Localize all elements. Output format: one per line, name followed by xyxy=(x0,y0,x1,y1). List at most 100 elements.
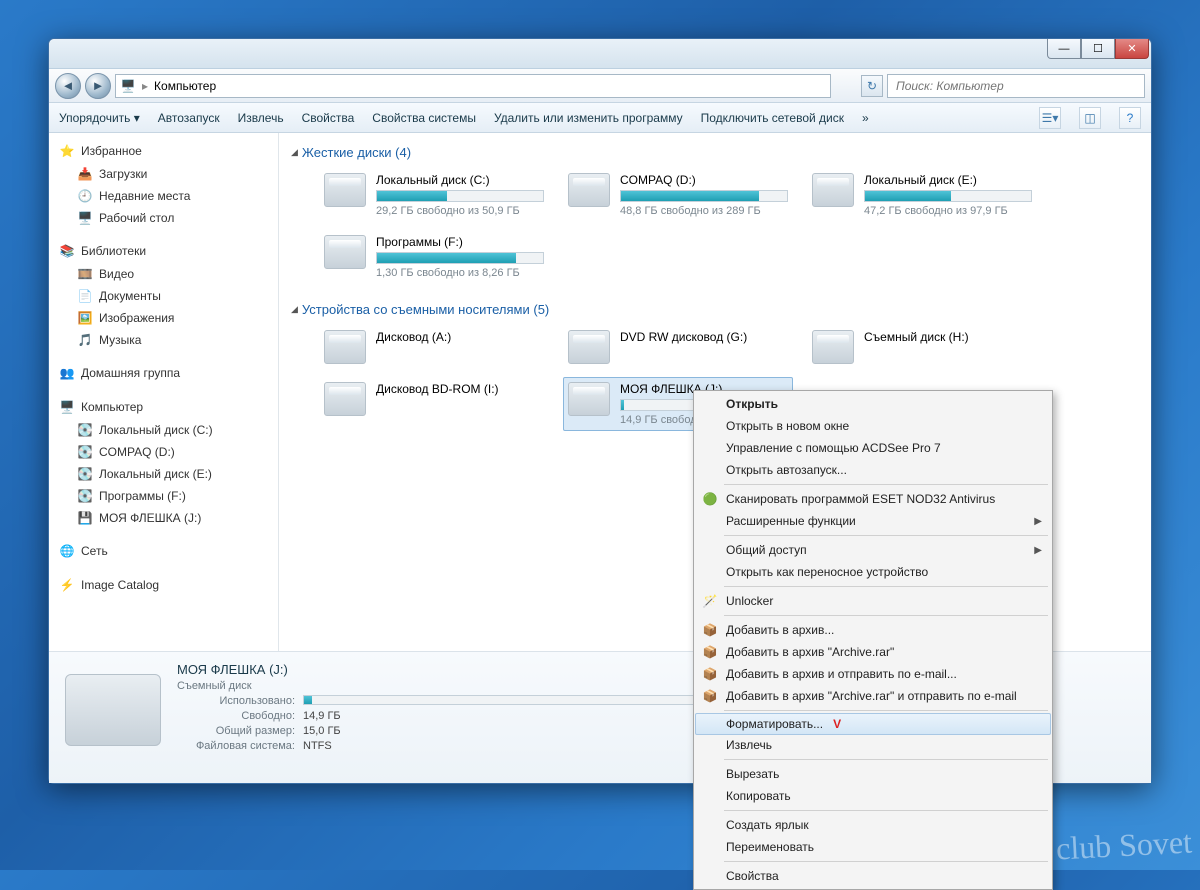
ctx-scan[interactable]: 🟢Сканировать программой ESET NOD32 Antiv… xyxy=(696,488,1050,510)
ctx-advanced[interactable]: Расширенные функции▶ xyxy=(696,510,1050,532)
toolbar-system-properties[interactable]: Свойства системы xyxy=(372,111,476,125)
drive-label: Локальный диск (C:) xyxy=(376,173,544,187)
sidebar-computer[interactable]: 🖥️Компьютер xyxy=(53,395,278,419)
back-button[interactable]: ◄ xyxy=(55,73,81,99)
ctx-shortcut[interactable]: Создать ярлык xyxy=(696,814,1050,836)
drive-label: Локальный диск (E:) xyxy=(864,173,1032,187)
ctx-format[interactable]: Форматировать...V xyxy=(695,713,1051,735)
ctx-separator xyxy=(724,615,1048,616)
drive-h[interactable]: Съемный диск (H:) xyxy=(807,325,1037,369)
sidebar-libraries[interactable]: 📚Библиотеки xyxy=(53,239,278,263)
details-fs-value: NTFS xyxy=(303,740,332,752)
titlebar[interactable]: — ☐ ✕ xyxy=(49,39,1151,69)
watermark: club Sovet xyxy=(1055,823,1193,867)
toolbar-properties[interactable]: Свойства xyxy=(302,111,355,125)
ctx-portable[interactable]: Открыть как переносное устройство xyxy=(696,561,1050,583)
ctx-eject[interactable]: Извлечь xyxy=(696,734,1050,756)
breadcrumb-computer[interactable]: Компьютер xyxy=(154,79,216,93)
close-button[interactable]: ✕ xyxy=(1115,39,1149,59)
forward-button[interactable]: ► xyxy=(85,73,111,99)
removable-icon xyxy=(812,330,854,364)
details-total-value: 15,0 ГБ xyxy=(303,725,341,737)
drive-f[interactable]: Программы (F:) 1,30 ГБ свободно из 8,26 … xyxy=(319,230,549,284)
help-icon[interactable]: ? xyxy=(1119,107,1141,129)
sidebar-item-recent[interactable]: 🕘Недавние места xyxy=(53,185,278,207)
drive-icon: 💽 xyxy=(77,488,93,504)
ctx-archive-add[interactable]: 📦Добавить в архив... xyxy=(696,619,1050,641)
sidebar-network[interactable]: 🌐Сеть xyxy=(53,539,278,563)
drive-c[interactable]: Локальный диск (C:) 29,2 ГБ свободно из … xyxy=(319,168,549,222)
network-icon: 🌐 xyxy=(59,543,75,559)
sidebar-item-drive-e[interactable]: 💽Локальный диск (E:) xyxy=(53,463,278,485)
drive-a[interactable]: Дисковод (A:) xyxy=(319,325,549,369)
ctx-archive-rar-email[interactable]: 📦Добавить в архив "Archive.rar" и отправ… xyxy=(696,685,1050,707)
ctx-share[interactable]: Общий доступ▶ xyxy=(696,539,1050,561)
group-hard-drives[interactable]: ◢Жесткие диски (4) xyxy=(291,141,1139,164)
computer-icon: 🖥️ xyxy=(120,78,136,94)
drive-i[interactable]: Дисковод BD-ROM (I:) xyxy=(319,377,549,431)
toolbar-organize[interactable]: Упорядочить ▾ xyxy=(59,111,140,125)
address-bar[interactable]: 🖥️ ▸ Компьютер xyxy=(115,74,831,98)
minimize-button[interactable]: — xyxy=(1047,39,1081,59)
submenu-arrow-icon: ▶ xyxy=(1034,545,1042,556)
sidebar-item-desktop[interactable]: 🖥️Рабочий стол xyxy=(53,207,278,229)
drive-icon: 💽 xyxy=(77,422,93,438)
sidebar-homegroup[interactable]: 👥Домашняя группа xyxy=(53,361,278,385)
toolbar-uninstall[interactable]: Удалить или изменить программу xyxy=(494,111,683,125)
sidebar-item-music[interactable]: 🎵Музыка xyxy=(53,329,278,351)
hdd-icon xyxy=(324,235,366,269)
refresh-button[interactable]: ↻ xyxy=(861,75,883,97)
toolbar: Упорядочить ▾ Автозапуск Извлечь Свойств… xyxy=(49,103,1151,133)
toolbar-eject[interactable]: Извлечь xyxy=(238,111,284,125)
ctx-autorun[interactable]: Открыть автозапуск... xyxy=(696,459,1050,481)
ctx-open[interactable]: Открыть xyxy=(696,393,1050,415)
sidebar-item-drive-j[interactable]: 💾МОЯ ФЛЕШКА (J:) xyxy=(53,507,278,529)
ctx-properties[interactable]: Свойства xyxy=(696,865,1050,887)
ctx-open-new[interactable]: Открыть в новом окне xyxy=(696,415,1050,437)
annotation-check-icon: V xyxy=(833,717,841,731)
hdd-icon xyxy=(568,173,610,207)
search-box[interactable] xyxy=(887,74,1145,98)
submenu-arrow-icon: ▶ xyxy=(1034,516,1042,527)
picture-icon: 🖼️ xyxy=(77,310,93,326)
sidebar-item-drive-d[interactable]: 💽COMPAQ (D:) xyxy=(53,441,278,463)
ctx-copy[interactable]: Копировать xyxy=(696,785,1050,807)
details-title: МОЯ ФЛЕШКА (J:) xyxy=(177,662,723,677)
sidebar-image-catalog[interactable]: ⚡Image Catalog xyxy=(53,573,278,597)
ctx-rename[interactable]: Переименовать xyxy=(696,836,1050,858)
drive-g[interactable]: DVD RW дисковод (G:) xyxy=(563,325,793,369)
ctx-archive-rar[interactable]: 📦Добавить в архив "Archive.rar" xyxy=(696,641,1050,663)
group-removable[interactable]: ◢Устройства со съемными носителями (5) xyxy=(291,298,1139,321)
doc-icon: 📄 xyxy=(77,288,93,304)
ctx-unlocker[interactable]: 🪄Unlocker xyxy=(696,590,1050,612)
view-mode-icon[interactable]: ☰▾ xyxy=(1039,107,1061,129)
floppy-icon xyxy=(324,330,366,364)
details-capacity-bar xyxy=(303,695,723,705)
sidebar-favorites[interactable]: ⭐Избранное xyxy=(53,139,278,163)
toolbar-autorun[interactable]: Автозапуск xyxy=(158,111,220,125)
preview-pane-icon[interactable]: ◫ xyxy=(1079,107,1101,129)
nav-row: ◄ ► 🖥️ ▸ Компьютер ↻ xyxy=(49,69,1151,103)
sidebar-item-pictures[interactable]: 🖼️Изображения xyxy=(53,307,278,329)
dvd-icon xyxy=(568,330,610,364)
ctx-cut[interactable]: Вырезать xyxy=(696,763,1050,785)
folder-icon: 📥 xyxy=(77,166,93,182)
sidebar-item-documents[interactable]: 📄Документы xyxy=(53,285,278,307)
search-input[interactable] xyxy=(894,78,1138,94)
drive-e[interactable]: Локальный диск (E:) 47,2 ГБ свободно из … xyxy=(807,168,1037,222)
video-icon: 🎞️ xyxy=(77,266,93,282)
library-icon: 📚 xyxy=(59,243,75,259)
sidebar-item-drive-c[interactable]: 💽Локальный диск (C:) xyxy=(53,419,278,441)
sidebar-item-downloads[interactable]: 📥Загрузки xyxy=(53,163,278,185)
sidebar-item-drive-f[interactable]: 💽Программы (F:) xyxy=(53,485,278,507)
sidebar-item-video[interactable]: 🎞️Видео xyxy=(53,263,278,285)
toolbar-overflow[interactable]: » xyxy=(862,111,869,125)
drive-d[interactable]: COMPAQ (D:) 48,8 ГБ свободно из 289 ГБ xyxy=(563,168,793,222)
eset-icon: 🟢 xyxy=(702,491,718,507)
toolbar-map-drive[interactable]: Подключить сетевой диск xyxy=(701,111,844,125)
maximize-button[interactable]: ☐ xyxy=(1081,39,1115,59)
ctx-acdsee[interactable]: Управление с помощью ACDSee Pro 7 xyxy=(696,437,1050,459)
ctx-separator xyxy=(724,861,1048,862)
drive-info: 48,8 ГБ свободно из 289 ГБ xyxy=(620,205,788,217)
ctx-archive-email[interactable]: 📦Добавить в архив и отправить по e-mail.… xyxy=(696,663,1050,685)
